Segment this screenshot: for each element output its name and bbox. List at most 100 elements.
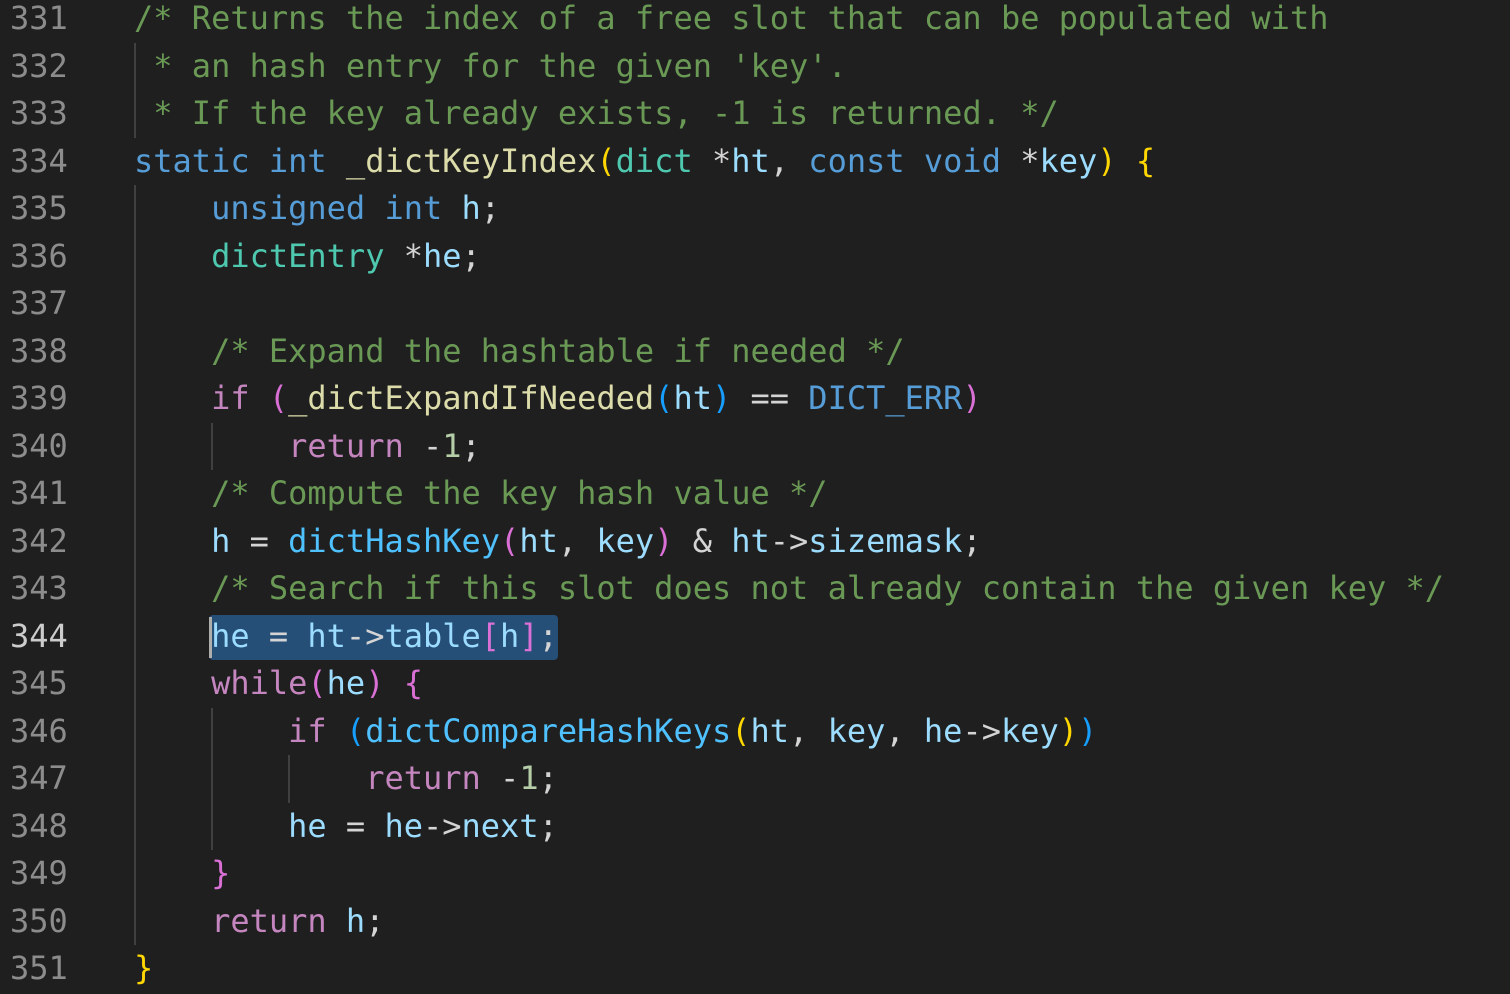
code-token: DICT_ERR xyxy=(808,379,963,417)
code-text[interactable]: he = he->next; xyxy=(134,803,558,851)
code-line[interactable]: 348 he = he->next; xyxy=(0,803,1510,851)
code-token: return xyxy=(288,426,404,465)
code-token: static xyxy=(134,141,250,180)
code-token: table xyxy=(384,616,481,655)
code-token: -> xyxy=(345,616,385,655)
code-text[interactable]: * an hash entry for the given 'key'. xyxy=(134,43,847,91)
code-text[interactable]: /* Expand the hashtable if needed */ xyxy=(134,328,905,376)
code-text[interactable]: while(he) { xyxy=(134,660,423,708)
code-token: ; xyxy=(962,521,982,560)
code-token: key xyxy=(827,711,886,750)
code-token: * an hash entry for the given 'key'. xyxy=(134,46,847,85)
code-line[interactable]: 350 return h; xyxy=(0,898,1510,946)
code-token: next xyxy=(461,806,539,845)
code-text[interactable]: } xyxy=(134,850,230,898)
code-text[interactable]: unsigned int h; xyxy=(134,185,500,233)
code-token: ( xyxy=(307,664,327,702)
code-line[interactable]: 346 if (dictCompareHashKeys(ht, key, he-… xyxy=(0,708,1510,756)
code-line[interactable]: 340 return -1; xyxy=(0,423,1510,471)
code-line[interactable]: 343 /* Search if this slot does not alre… xyxy=(0,565,1510,613)
code-text[interactable]: he = ht->table[h]; xyxy=(134,613,558,661)
code-token: , xyxy=(769,141,809,180)
code-line[interactable]: 342 h = dictHashKey(ht, key) & ht->sizem… xyxy=(0,518,1510,566)
code-token: he xyxy=(288,806,327,845)
code-token: ; xyxy=(480,189,501,227)
code-token: * xyxy=(384,236,423,275)
code-token: unsigned xyxy=(211,189,366,227)
code-line[interactable]: 349 } xyxy=(0,850,1510,898)
code-token: ( xyxy=(345,711,366,750)
line-number: 332 xyxy=(10,46,68,85)
code-token: ( xyxy=(654,379,674,417)
code-line[interactable]: 334 static int _dictKeyIndex(dict *ht, co… xyxy=(0,138,1510,186)
code-token: key xyxy=(1039,141,1098,180)
code-text[interactable]: /* Returns the index of a free slot that… xyxy=(134,0,1328,43)
code-line[interactable]: 351} xyxy=(0,945,1510,993)
code-line[interactable]: 332 * an hash entry for the given 'key'. xyxy=(0,43,1510,91)
code-token: ( xyxy=(500,521,520,560)
code-text[interactable]: dictEntry *he; xyxy=(134,233,481,281)
code-token: const xyxy=(808,141,905,180)
code-editor[interactable]: 331 /* Returns the index of a free slot t… xyxy=(0,0,1510,994)
code-text[interactable]: if (_dictExpandIfNeeded(ht) == DICT_ERR) xyxy=(134,375,982,423)
code-text[interactable]: /* Compute the key hash value */ xyxy=(134,470,828,518)
code-token: h xyxy=(500,616,520,655)
code-token: } xyxy=(211,854,231,892)
code-token: int xyxy=(384,189,443,227)
code-line[interactable]: 338 /* Expand the hashtable if needed */ xyxy=(0,328,1510,376)
code-token: , xyxy=(557,521,597,560)
code-text[interactable]: return h; xyxy=(134,898,384,946)
code-text[interactable]: if (dictCompareHashKeys(ht, key, he->key… xyxy=(134,708,1097,756)
code-line[interactable]: 339 if (_dictExpandIfNeeded(ht) == DICT_… xyxy=(0,375,1510,423)
code-line[interactable]: 337 xyxy=(0,280,1510,328)
code-line[interactable]: 335 unsigned int h; xyxy=(0,185,1510,233)
code-token: ; xyxy=(365,901,385,940)
code-token: ht xyxy=(731,141,770,180)
code-text[interactable]: static int _dictKeyIndex(dict *ht, const… xyxy=(134,138,1155,186)
line-number: 339 xyxy=(10,379,68,417)
code-token: ; xyxy=(461,426,481,465)
code-text[interactable]: h = dictHashKey(ht, key) & ht->sizemask; xyxy=(134,518,982,566)
code-line[interactable]: 344 he = ht->table[h]; xyxy=(0,613,1510,661)
code-line[interactable]: 347 return -1; xyxy=(0,755,1510,803)
line-number: 351 xyxy=(10,949,68,987)
code-line[interactable]: 341 /* Compute the key hash value */ xyxy=(0,470,1510,518)
code-token: * If the key already exists, -1 is retur… xyxy=(134,94,1059,132)
code-text[interactable]: return -1; xyxy=(134,423,481,471)
code-token: { xyxy=(1135,141,1156,180)
code-token: * xyxy=(692,141,732,180)
code-text[interactable]: /* Search if this slot does not already … xyxy=(134,565,1444,613)
code-token: key xyxy=(1000,711,1059,750)
code-text[interactable]: * If the key already exists, -1 is retur… xyxy=(134,90,1059,138)
line-number: 344 xyxy=(10,616,68,655)
line-number: 345 xyxy=(10,664,68,702)
code-token: ht xyxy=(750,711,790,750)
code-token: he xyxy=(326,664,366,702)
code-line[interactable]: 331 /* Returns the index of a free slot t… xyxy=(0,0,1510,43)
code-token: ( xyxy=(596,141,616,180)
code-text[interactable]: } xyxy=(134,945,153,993)
code-line[interactable]: 336 dictEntry *he; xyxy=(0,233,1510,281)
code-text[interactable]: return -1; xyxy=(134,755,558,803)
code-line[interactable]: 333 * If the key already exists, -1 is r… xyxy=(0,90,1510,138)
code-token: sizemask xyxy=(808,521,963,560)
code-token: he xyxy=(422,236,462,275)
code-token: * xyxy=(1000,141,1040,180)
code-token: while xyxy=(211,664,308,702)
code-token: /* Expand the hashtable if needed */ xyxy=(211,331,905,370)
code-token: key xyxy=(596,521,655,560)
code-token: { xyxy=(403,664,423,702)
code-token: ) xyxy=(1058,711,1079,750)
code-token: h xyxy=(461,189,481,227)
code-line[interactable]: 345 while(he) { xyxy=(0,660,1510,708)
code-token: - xyxy=(403,426,443,465)
line-number: 340 xyxy=(10,426,68,465)
